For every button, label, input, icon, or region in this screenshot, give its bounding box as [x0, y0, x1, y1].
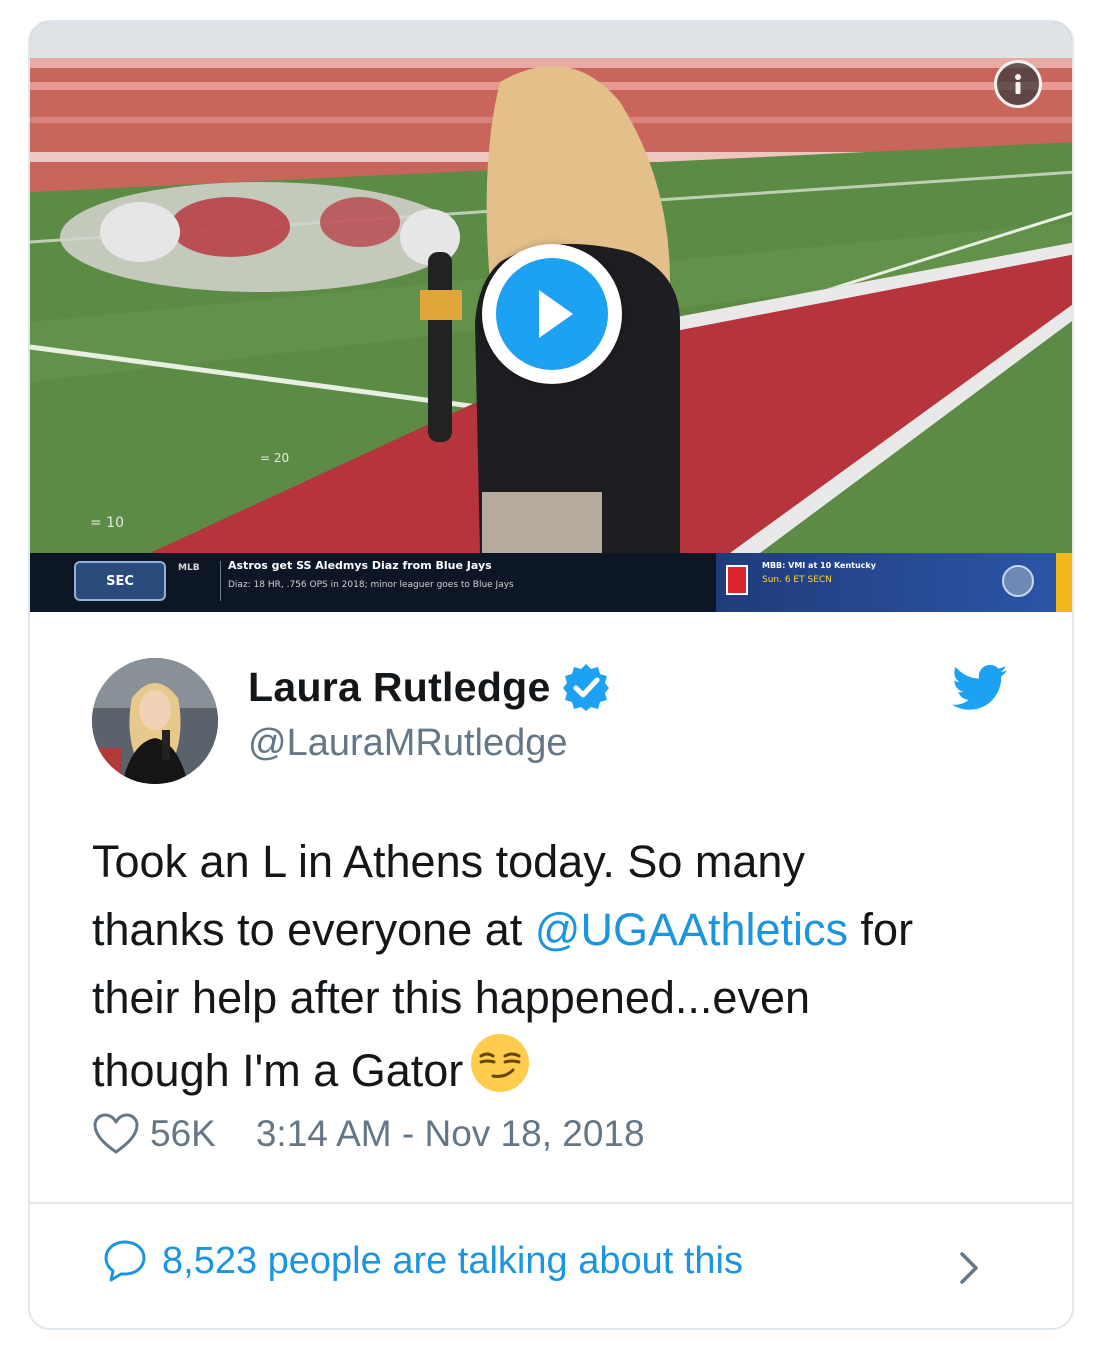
author-name-row[interactable]: Laura Rutledge	[248, 662, 611, 712]
video-player[interactable]: = 10 = 20 SEC MLB Astros get SS Aledmys …	[30, 22, 1072, 612]
tweet-text-fragment: though I'm a Gator	[92, 1045, 464, 1096]
divider	[30, 1202, 1072, 1204]
basketball-icon	[1002, 565, 1034, 597]
tweet-text-fragment: for	[848, 904, 914, 955]
conversation-link[interactable]: 8,523 people are talking about this	[102, 1238, 743, 1284]
like-count[interactable]: 56K	[150, 1113, 216, 1155]
news-ticker: SEC MLB Astros get SS Aledmys Diaz from …	[30, 553, 1072, 612]
promo-line-1: MBB: VMI at 10 Kentucky	[762, 561, 876, 570]
tweet-line-3: their help after this happened...even	[92, 972, 811, 1023]
tweet-meta: 56K 3:14 AM - Nov 18, 2018	[92, 1112, 645, 1156]
speech-bubble-icon	[104, 1240, 146, 1282]
smirking-face-icon	[471, 1034, 530, 1092]
promo-line-2: Sun. 6 ET SECN	[762, 575, 832, 585]
tweet-text: Took an L in Athens today. So many thank…	[92, 828, 1042, 1105]
play-icon	[539, 290, 573, 338]
network-logo: SEC	[74, 561, 166, 601]
tweet-text-fragment: thanks to everyone at	[92, 904, 535, 955]
tweet-line-4: though I'm a Gator	[92, 1032, 1042, 1105]
conversation-count-text[interactable]: 8,523 people are talking about this	[162, 1240, 743, 1283]
tweet-line-2: thanks to everyone at @UGAAthletics for	[92, 896, 1042, 964]
network-icon	[726, 565, 748, 595]
user-handle[interactable]: @LauraMRutledge	[248, 722, 568, 765]
avatar[interactable]	[92, 658, 218, 784]
ticker-headline: Astros get SS Aledmys Diaz from Blue Jay…	[228, 559, 492, 572]
tweet-line-1: Took an L in Athens today. So many	[92, 836, 805, 887]
mention-link[interactable]: @UGAAthletics	[535, 904, 848, 955]
tweet-card: = 10 = 20 SEC MLB Astros get SS Aledmys …	[28, 20, 1074, 1330]
verified-badge-icon	[562, 664, 609, 711]
svg-text:= 10: = 10	[90, 515, 124, 531]
chevron-right-icon[interactable]	[954, 1248, 984, 1288]
avatar-image	[92, 658, 218, 784]
ticker-promo: MBB: VMI at 10 Kentucky Sun. 6 ET SECN	[716, 553, 1056, 612]
ticker-tag: MLB	[178, 563, 200, 573]
timestamp[interactable]: 3:14 AM - Nov 18, 2018	[256, 1113, 645, 1155]
svg-text:= 20: = 20	[260, 451, 289, 465]
info-button[interactable]	[994, 60, 1042, 108]
ticker-subline: Diaz: 18 HR, .756 OPS in 2018; minor lea…	[228, 580, 514, 590]
heart-icon[interactable]	[92, 1112, 140, 1156]
display-name[interactable]: Laura Rutledge	[248, 664, 551, 711]
play-button[interactable]	[482, 244, 622, 384]
info-icon	[1015, 74, 1021, 94]
twitter-bird-icon[interactable]	[952, 664, 1008, 712]
